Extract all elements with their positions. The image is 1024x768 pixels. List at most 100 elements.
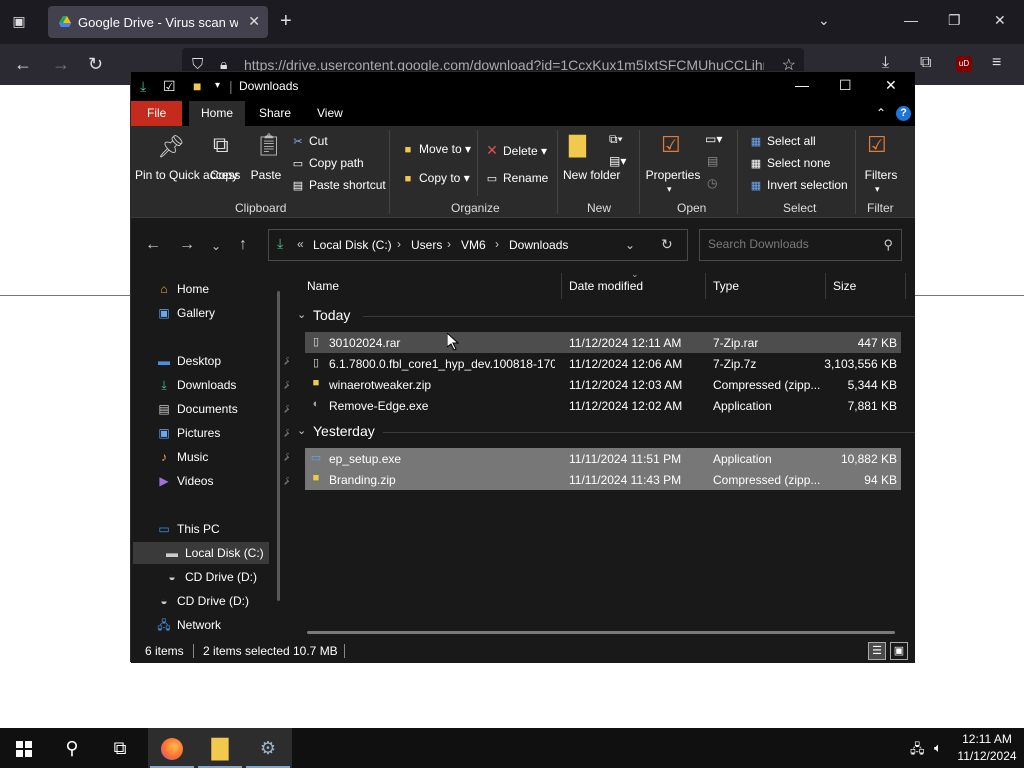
file-row[interactable]: ■ winaerotweaker.zip 11/12/2024 12:03 AM…: [305, 374, 901, 395]
nav-item-pictures[interactable]: ▣Pictures📌︎: [155, 422, 295, 444]
new-tab-icon[interactable]: +: [280, 10, 292, 33]
task-view-icon[interactable]: ⧉: [96, 728, 144, 768]
address-bar[interactable]: ⤓ « Local Disk (C:) › Users › VM6 › Down…: [268, 229, 688, 261]
back-arrow-icon[interactable]: ←: [14, 54, 32, 75]
column-divider[interactable]: [705, 273, 706, 299]
tab-share[interactable]: Share: [247, 101, 303, 126]
tab-home[interactable]: Home: [189, 101, 246, 126]
collapse-ribbon-icon[interactable]: ⌃: [876, 106, 886, 120]
close-icon[interactable]: ✕: [885, 77, 897, 94]
qat-dropdown-icon[interactable]: ▾: [215, 80, 220, 91]
paste-button[interactable]: Paste: [247, 168, 285, 182]
details-view-icon[interactable]: ☰: [868, 642, 886, 660]
search-box[interactable]: ⚲: [699, 229, 902, 261]
maximize-icon[interactable]: ☐: [839, 77, 852, 94]
column-header-size[interactable]: Size: [833, 279, 856, 293]
reload-icon[interactable]: ↻: [88, 54, 103, 75]
new-item-icon[interactable]: ⧉▾: [609, 132, 623, 147]
tab-close-icon[interactable]: ✕: [248, 13, 260, 30]
column-header-name[interactable]: Name: [307, 279, 339, 293]
new-folder-button[interactable]: New folder: [563, 168, 620, 182]
browser-minimize-icon[interactable]: —: [904, 12, 918, 28]
explorer-forward-icon[interactable]: →: [179, 236, 195, 254]
file-row[interactable]: ▯ 6.1.7800.0.fbl_core1_hyp_dev.100818-17…: [305, 353, 901, 374]
breadcrumb-users[interactable]: Users: [411, 238, 442, 252]
history-icon[interactable]: ◷: [707, 176, 717, 190]
filters-dropdown-icon[interactable]: ▾: [875, 184, 880, 195]
column-divider[interactable]: [561, 273, 562, 299]
forward-arrow-icon[interactable]: →: [52, 54, 70, 75]
rename-button[interactable]: ▭ Rename: [485, 171, 549, 185]
refresh-icon[interactable]: ↻: [661, 236, 673, 253]
column-divider[interactable]: [905, 273, 906, 299]
tab-file[interactable]: File: [131, 101, 183, 126]
select-all-button[interactable]: ▦ Select all: [749, 134, 816, 148]
breadcrumb-vm6[interactable]: VM6: [461, 238, 486, 252]
column-header-type[interactable]: Type: [713, 279, 739, 293]
file-row[interactable]: ▭ ep_setup.exe 11/11/2024 11:51 PM Appli…: [305, 448, 901, 469]
help-icon[interactable]: ?: [896, 106, 911, 121]
nav-item-downloads[interactable]: ⤓Downloads📌︎: [155, 374, 295, 396]
copy-path-button[interactable]: ▭ Copy path: [291, 156, 364, 170]
properties-dropdown-icon[interactable]: ▾: [667, 184, 672, 195]
nav-item-home[interactable]: ⌂ Home: [155, 278, 209, 300]
file-row[interactable]: ■ Branding.zip 11/11/2024 11:43 PM Compr…: [305, 469, 901, 490]
downloads-icon[interactable]: ⤓: [882, 54, 889, 72]
nav-item-local-disk[interactable]: ▬ Local Disk (C:): [133, 542, 269, 564]
nav-item-desktop[interactable]: ▬Desktop📌︎: [155, 350, 296, 372]
easy-access-icon[interactable]: ▤▾: [609, 154, 626, 168]
open-icon[interactable]: ▭▾: [705, 132, 722, 146]
browser-restore-icon[interactable]: ❐: [948, 12, 961, 29]
folder-icon[interactable]: ■: [193, 78, 201, 94]
copy-button[interactable]: Copy: [207, 168, 241, 182]
file-explorer-icon[interactable]: ▇: [196, 728, 244, 768]
column-header-date[interactable]: Date modified: [569, 279, 643, 293]
search-icon[interactable]: ⚲: [883, 237, 893, 253]
explorer-back-icon[interactable]: ←: [145, 236, 161, 254]
up-arrow-icon[interactable]: ↑: [239, 236, 247, 254]
paste-shortcut-button[interactable]: ▤ Paste shortcut: [291, 178, 386, 192]
tab-list-icon[interactable]: ▣: [10, 12, 28, 30]
settings-gear-icon[interactable]: ⚙: [244, 728, 292, 768]
pin-to-quick-access-button[interactable]: Pin to Quick access: [135, 168, 240, 182]
firefox-icon[interactable]: [148, 728, 196, 768]
breadcrumb-separator[interactable]: ›: [495, 237, 499, 251]
breadcrumb-local-disk[interactable]: Local Disk (C:): [313, 238, 392, 252]
network-tray-icon[interactable]: 🖧︎: [910, 740, 925, 762]
file-row[interactable]: ◐ Remove-Edge.exe 11/12/2024 12:02 AM Ap…: [305, 395, 901, 416]
start-windows-icon[interactable]: [0, 728, 48, 768]
volume-muted-icon[interactable]: 🔈︎: [934, 740, 942, 756]
nav-item-cd-drive-sub[interactable]: ◒ CD Drive (D:): [163, 566, 257, 588]
extensions-icon[interactable]: ⧉: [920, 54, 931, 72]
filters-button[interactable]: Filters: [861, 168, 901, 182]
tab-overflow-chevron-icon[interactable]: ⌄: [818, 12, 830, 29]
browser-tab[interactable]: Google Drive - Virus scan warni ✕: [48, 6, 268, 38]
large-icons-view-icon[interactable]: ▣: [890, 642, 908, 660]
breadcrumb-separator[interactable]: ›: [397, 237, 401, 251]
address-dropdown-icon[interactable]: ⌄: [625, 238, 635, 252]
group-header-yesterday[interactable]: ⌄ Yesterday: [289, 421, 915, 443]
invert-selection-button[interactable]: ▦ Invert selection: [749, 178, 848, 192]
nav-item-network[interactable]: 🖧︎ Network: [155, 614, 221, 636]
search-input[interactable]: [708, 237, 868, 251]
nav-scrollbar[interactable]: [277, 291, 280, 601]
nav-item-this-pc[interactable]: ▭ This PC: [155, 518, 219, 540]
properties-button[interactable]: Properties: [645, 168, 701, 182]
overflow-chevron-icon[interactable]: «: [297, 237, 304, 251]
nav-item-videos[interactable]: ▶Videos📌︎: [155, 470, 295, 492]
group-header-today[interactable]: ⌄ Today: [289, 305, 915, 327]
move-to-button[interactable]: ■ Move to ▾: [401, 142, 471, 156]
file-row[interactable]: ▯ 30102024.rar 11/12/2024 12:11 AM 7-Zip…: [305, 332, 901, 353]
delete-button[interactable]: ✕ Delete ▾: [485, 142, 547, 159]
breadcrumb-separator[interactable]: ›: [447, 237, 451, 251]
cut-button[interactable]: ✂ Cut: [291, 134, 327, 148]
clock[interactable]: 12:11 AM 11/12/2024: [954, 731, 1020, 765]
collapse-chevron-icon[interactable]: ⌄: [297, 308, 306, 321]
nav-item-documents[interactable]: ▤Documents📌︎: [155, 398, 295, 420]
copy-to-button[interactable]: ■ Copy to ▾: [401, 171, 470, 185]
recent-locations-icon[interactable]: ⌄: [211, 239, 221, 253]
horizontal-scrollbar[interactable]: [307, 631, 895, 634]
minimize-icon[interactable]: —: [795, 77, 809, 93]
column-divider[interactable]: [825, 273, 826, 299]
tab-view[interactable]: View: [305, 101, 355, 126]
